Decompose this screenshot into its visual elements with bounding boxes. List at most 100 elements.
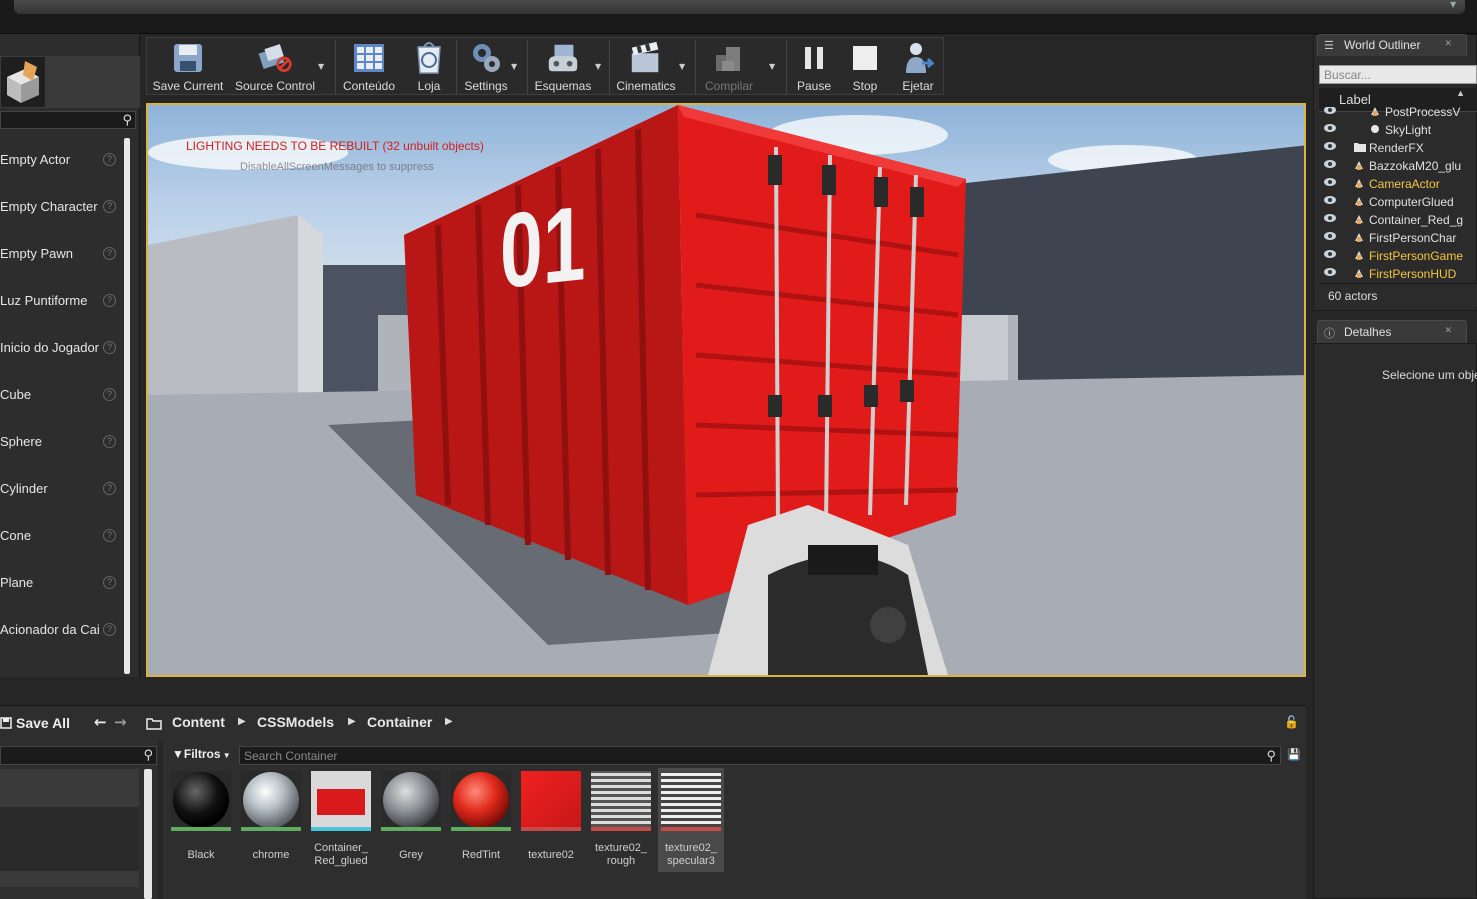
- pause-button[interactable]: Pause: [789, 38, 839, 96]
- help-icon[interactable]: ?: [103, 529, 116, 542]
- outliner-row[interactable]: FirstPersonHUD: [1319, 265, 1477, 279]
- store-button[interactable]: Loja: [405, 38, 453, 96]
- folder-tree-item[interactable]: [0, 769, 139, 807]
- visibility-eye-icon[interactable]: [1323, 177, 1337, 187]
- help-icon[interactable]: ?: [103, 294, 116, 307]
- outliner-row[interactable]: ComputerGlued: [1319, 193, 1477, 211]
- settings-dropdown-icon[interactable]: ▼: [511, 62, 517, 71]
- eject-button[interactable]: Ejetar: [891, 38, 945, 96]
- help-icon[interactable]: ?: [103, 200, 116, 213]
- level-viewport[interactable]: 01 LIGHTING NEEDS TO BE REBUILT (32 unbu…: [146, 103, 1306, 677]
- close-icon[interactable]: ✕: [1444, 325, 1452, 336]
- tab-world-outliner[interactable]: ☰ World Outliner ✕: [1317, 34, 1467, 56]
- breadcrumb-item[interactable]: CSSModels: [257, 714, 334, 730]
- place-list-scrollbar[interactable]: [124, 138, 130, 674]
- outliner-row[interactable]: RenderFX: [1319, 139, 1477, 157]
- folder-tree-item[interactable]: [0, 871, 139, 887]
- place-actor-item[interactable]: Cylinder?: [0, 465, 122, 512]
- content-button[interactable]: Conteúdo: [337, 38, 401, 96]
- asset-name: Container_ Red_glued: [314, 842, 368, 867]
- place-actor-item[interactable]: Plane?: [0, 559, 122, 606]
- help-icon[interactable]: ?: [103, 435, 116, 448]
- outliner-row[interactable]: FirstPersonGame: [1319, 247, 1477, 265]
- tab-details[interactable]: ⓘ Detalhes ✕: [1317, 320, 1467, 343]
- place-actor-item[interactable]: Luz Puntiforme?: [0, 277, 122, 324]
- chevron-right-icon[interactable]: ▶: [238, 716, 246, 727]
- asset-search-input[interactable]: Search Container ⚲: [239, 746, 1281, 765]
- outliner-row[interactable]: BazzokaM20_glu: [1319, 157, 1477, 175]
- outliner-row[interactable]: CameraActor: [1319, 175, 1477, 193]
- visibility-eye-icon[interactable]: [1323, 213, 1337, 223]
- asset-tile[interactable]: Black: [168, 768, 234, 872]
- close-icon[interactable]: ✕: [1444, 38, 1452, 49]
- place-actor-item[interactable]: Empty Character?: [0, 183, 122, 230]
- place-actor-item[interactable]: Empty Pawn?: [0, 230, 122, 277]
- place-actor-item[interactable]: Acionador da Cai?: [0, 606, 122, 653]
- breadcrumb-item[interactable]: Content: [172, 714, 225, 730]
- visibility-eye-icon[interactable]: [1323, 123, 1337, 133]
- place-search-input[interactable]: ⚲: [0, 111, 136, 129]
- asset-tile[interactable]: RedTint: [448, 768, 514, 872]
- source-control-dropdown-icon[interactable]: ▼: [318, 62, 324, 71]
- blueprints-dropdown-icon[interactable]: ▼: [595, 62, 601, 71]
- forward-arrow-icon[interactable]: →: [114, 713, 127, 731]
- chevron-right-icon[interactable]: ▶: [445, 716, 453, 727]
- save-search-icon[interactable]: 💾: [1287, 748, 1301, 761]
- folder-search-input[interactable]: ⚲: [0, 746, 157, 765]
- place-actor-item[interactable]: Empty Actor?: [0, 136, 122, 183]
- visibility-eye-icon[interactable]: [1323, 249, 1337, 259]
- settings-button[interactable]: Settings: [459, 38, 513, 96]
- filters-button[interactable]: ▼Filtros ▼: [172, 747, 231, 761]
- filters-label: Filtros: [183, 747, 221, 761]
- help-icon[interactable]: ?: [103, 341, 116, 354]
- outliner-search-input[interactable]: Buscar...: [1319, 65, 1477, 84]
- place-mode-tab[interactable]: [0, 56, 46, 108]
- asset-tile[interactable]: chrome: [238, 768, 304, 872]
- place-actor-item[interactable]: Cone?: [0, 512, 122, 559]
- sources-scrollbar[interactable]: [144, 769, 152, 899]
- asset-tile[interactable]: texture02_ rough: [588, 768, 654, 872]
- outliner-row[interactable]: SkyLight: [1319, 121, 1477, 139]
- visibility-eye-icon[interactable]: [1323, 195, 1337, 205]
- help-icon[interactable]: ?: [103, 623, 116, 636]
- place-actor-item[interactable]: Cube?: [0, 371, 122, 418]
- help-icon[interactable]: ?: [103, 482, 116, 495]
- help-icon[interactable]: ?: [103, 388, 116, 401]
- source-control-button[interactable]: Source Control: [231, 38, 319, 96]
- save-current-button[interactable]: Save Current: [149, 38, 227, 96]
- visibility-eye-icon[interactable]: [1323, 159, 1337, 169]
- place-actor-item[interactable]: Sphere?: [0, 418, 122, 465]
- compile-button[interactable]: Compilar: [697, 38, 761, 96]
- window-menu-icon[interactable]: ▼: [1450, 0, 1464, 9]
- blueprints-button[interactable]: Esquemas: [529, 38, 597, 96]
- visibility-eye-icon[interactable]: [1323, 141, 1337, 151]
- asset-tile[interactable]: texture02_ specular3: [658, 768, 724, 872]
- compile-dropdown-icon[interactable]: ▼: [769, 62, 775, 71]
- asset-tile[interactable]: texture02: [518, 768, 584, 872]
- outliner-row[interactable]: PostProcessV: [1319, 107, 1477, 121]
- help-icon[interactable]: ?: [103, 576, 116, 589]
- asset-tile[interactable]: Container_ Red_glued: [308, 768, 374, 872]
- folder-tree-item[interactable]: [0, 807, 139, 871]
- save-all-button[interactable]: Save All: [0, 712, 82, 734]
- outliner-row[interactable]: FirstPersonChar: [1319, 229, 1477, 247]
- lighting-suppress-hint: DisableAllScreenMessages to suppress: [240, 161, 434, 173]
- stop-button[interactable]: Stop: [841, 38, 889, 96]
- visibility-eye-icon[interactable]: [1323, 267, 1337, 277]
- place-actor-item[interactable]: Inicio do Jogador?: [0, 324, 122, 371]
- visibility-eye-icon[interactable]: [1323, 231, 1337, 241]
- help-icon[interactable]: ?: [103, 247, 116, 260]
- cinematics-dropdown-icon[interactable]: ▼: [679, 62, 685, 71]
- floppy-disk-icon: [170, 41, 206, 75]
- asset-search-placeholder: Search Container: [244, 749, 338, 763]
- chevron-right-icon[interactable]: ▶: [348, 716, 356, 727]
- cinematics-button[interactable]: Cinematics: [611, 38, 681, 96]
- visibility-eye-icon[interactable]: [1323, 107, 1337, 115]
- stop-label: Stop: [852, 79, 878, 93]
- help-icon[interactable]: ?: [103, 153, 116, 166]
- asset-tile[interactable]: Grey: [378, 768, 444, 872]
- outliner-row[interactable]: Container_Red_g: [1319, 211, 1477, 229]
- breadcrumb-item[interactable]: Container: [367, 714, 432, 730]
- lock-icon[interactable]: 🔓: [1284, 715, 1299, 729]
- back-arrow-icon[interactable]: ←: [94, 713, 107, 731]
